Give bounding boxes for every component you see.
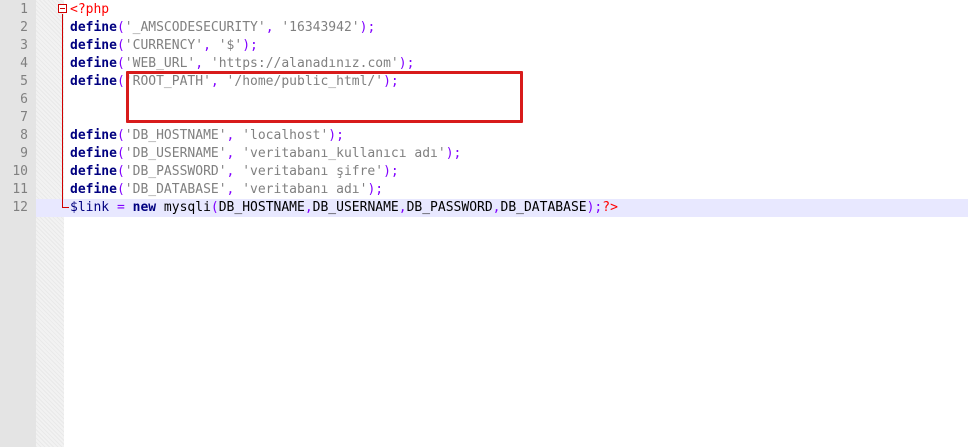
code-token: ); [359,20,376,35]
code-token: define [70,164,117,179]
code-token: mysqli [156,200,211,215]
code-token: ( [116,128,125,143]
code-token: ( [116,56,125,71]
code-line[interactable]: 3 define('CURRENCY', '$'); [0,37,968,55]
code-token: ); [367,182,384,197]
code-token: <?php [70,2,110,17]
code-token: DB_PASSWORD [406,200,493,215]
line-number: 3 [20,38,28,53]
code-token: , [304,200,313,215]
code-token: ( [116,164,125,179]
code-token: define [70,146,117,161]
code-token: define [70,74,117,89]
line-text: define('_AMSCODESECURITY', '16343942'); [70,19,375,37]
fold-collapse-icon[interactable] [58,4,67,13]
code-token: new [132,200,157,215]
code-line[interactable]: 8 define('DB_HOSTNAME', 'localhost'); [0,127,968,145]
code-token: , [226,128,243,143]
code-token: define [70,56,117,71]
code-token: , [398,200,407,215]
code-line[interactable]: 10 define('DB_PASSWORD', 'veritabanı şifr… [0,163,968,181]
code-token: ); [383,164,399,179]
code-token: 'DB_USERNAME' [124,146,227,161]
line-text: define('CURRENCY', '$'); [70,37,258,55]
fold-guide-line [62,14,63,208]
code-token: , [226,164,243,179]
line-number: 10 [12,164,28,179]
line-text: define('DB_HOSTNAME', 'localhost'); [70,127,344,145]
code-token: ( [210,200,219,215]
code-token: define [70,182,117,197]
line-number: 8 [20,128,28,143]
code-token: DB_DATABASE [500,200,587,215]
code-token: , [492,200,501,215]
code-token: ( [116,20,125,35]
line-text: <?php [70,1,109,19]
code-token: 'localhost' [242,128,329,143]
code-token: DB_USERNAME [312,200,399,215]
line-number: 7 [20,110,28,125]
code-token: ); [328,128,344,143]
code-token: 'DB_PASSWORD' [124,164,227,179]
code-token: ); [398,56,415,71]
line-text: define('DB_PASSWORD', 'veritabanı şifre'… [70,163,399,181]
code-token: 'WEB_URL' [124,56,196,71]
code-token: 'veritabanı adı' [242,182,368,197]
code-line[interactable]: 1 <?php [0,1,968,19]
highlight-annotation-box [126,71,523,123]
code-token: = [109,200,133,215]
code-token: , [226,146,243,161]
code-token: ); [242,38,258,53]
code-token: 'DB_DATABASE' [124,182,227,197]
code-token: define [70,38,117,53]
line-number: 4 [20,56,28,71]
code-token: 'CURRENCY' [124,38,204,53]
code-token: , [203,38,219,53]
line-number: 5 [20,74,28,89]
code-token: 'veritabanı_kullanıcı adı' [242,146,446,161]
code-token: '_AMSCODESECURITY' [124,20,266,35]
code-token: ); [445,146,462,161]
line-number: 9 [20,146,28,161]
code-token: '16343942' [281,20,360,35]
line-number: 1 [20,2,28,17]
code-token: ( [116,38,125,53]
code-line[interactable]: 12 $link = new mysqli(DB_HOSTNAME,DB_USER… [0,199,968,217]
line-number: 12 [0,199,36,217]
line-number: 6 [20,92,28,107]
line-text: define('DB_USERNAME', 'veritabanı_kullan… [70,145,461,163]
code-line[interactable]: 9 define('DB_USERNAME', 'veritabanı_kulla… [0,145,968,163]
code-line[interactable]: 11 define('DB_DATABASE', 'veritabanı adı'… [0,181,968,199]
code-token: 'https://alanadınız.com' [210,56,399,71]
code-token: ?> [602,200,618,215]
code-token: , [226,182,243,197]
code-token: 'DB_HOSTNAME' [124,128,227,143]
code-token: '$' [218,38,243,53]
code-token: $link [70,200,110,215]
line-number: 11 [12,182,28,197]
code-token: ( [116,182,125,197]
line-number: 2 [20,20,28,35]
code-token: ( [116,74,125,89]
line-text: define('DB_DATABASE', 'veritabanı adı'); [70,181,383,199]
code-token: define [70,20,117,35]
code-token: define [70,128,117,143]
code-token: 'veritabanı şifre' [242,164,384,179]
code-editor[interactable]: 1 <?php 2 define('_AMSCODESECURITY', '16343… [0,0,968,447]
code-line[interactable]: 2 define('_AMSCODESECURITY', '16343942'); [0,19,968,37]
code-token: , [265,20,282,35]
line-text: $link = new mysqli(DB_HOSTNAME,DB_USERNA… [70,199,618,217]
code-token: ( [116,146,125,161]
code-token: DB_HOSTNAME [218,200,305,215]
code-token: ); [586,200,603,215]
code-token: , [195,56,211,71]
fold-end-marker [62,207,69,208]
